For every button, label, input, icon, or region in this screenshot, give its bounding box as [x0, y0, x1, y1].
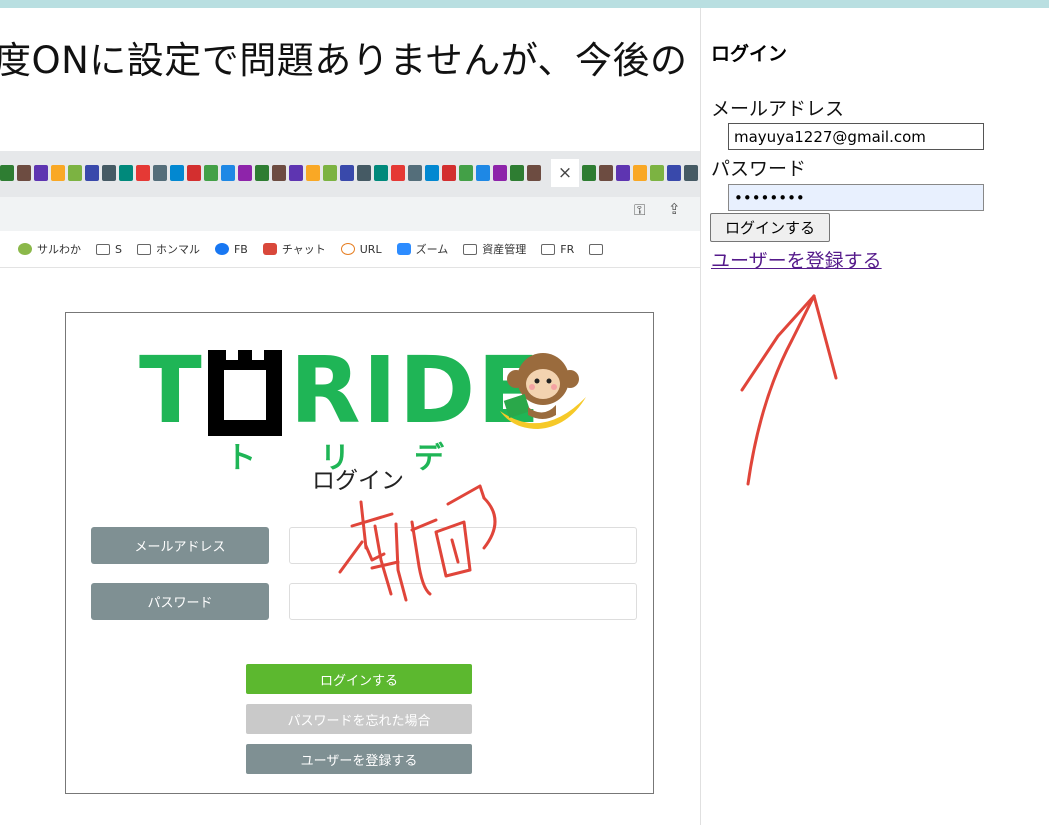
tab-favicon-icon[interactable] — [616, 165, 630, 181]
bookmark-label: URL — [359, 242, 382, 256]
tab-favicon-icon[interactable] — [340, 165, 354, 181]
tab-favicon-icon[interactable] — [221, 165, 235, 181]
bookmark-label: ホンマル — [155, 243, 200, 256]
toride-login-card: T RIDE トリデ ログイン メールアドレス パスワード ログインする パスワー… — [65, 312, 654, 794]
tab-favicon-icon[interactable] — [289, 165, 303, 181]
tab-favicon-icon[interactable] — [425, 165, 439, 181]
tab-favicon-icon[interactable] — [34, 165, 48, 181]
bookmark-assets[interactable]: 資産管理 — [463, 241, 526, 257]
password-label: パスワード — [91, 583, 269, 620]
login-button[interactable]: ログインする — [710, 213, 830, 242]
folder-icon — [96, 243, 110, 255]
bookmark-zoom[interactable]: ズーム — [396, 241, 449, 257]
tab-favicon-icon[interactable] — [667, 165, 681, 181]
tab-favicon-icon[interactable] — [204, 165, 218, 181]
monkey-mascot-icon — [500, 353, 586, 429]
bookmark-label: FR — [560, 242, 575, 256]
bookmark-label: S — [115, 242, 122, 256]
password-input[interactable] — [289, 583, 637, 620]
tab-favicon-icon[interactable] — [599, 165, 613, 181]
tab-favicon-icon[interactable] — [323, 165, 337, 181]
bookmark-fr[interactable]: FR — [541, 243, 574, 256]
tab-favicon-icon[interactable] — [170, 165, 184, 181]
folder-icon — [136, 243, 151, 255]
address-bar[interactable] — [0, 197, 700, 231]
bookmark-more[interactable] — [589, 243, 604, 255]
link-icon — [340, 243, 355, 255]
toride-logo: T RIDE — [139, 337, 543, 444]
folder-icon — [589, 243, 604, 255]
folder-icon — [463, 243, 478, 255]
tab-favicon-icon[interactable] — [51, 165, 65, 181]
tab-favicon-icon[interactable] — [408, 165, 422, 181]
tab-favicon-icon[interactable] — [493, 165, 507, 181]
tab-favicon-icon[interactable] — [306, 165, 320, 181]
facebook-icon — [214, 243, 229, 255]
email-label: メールアドレス — [91, 527, 269, 564]
tab-favicon-icon[interactable] — [510, 165, 524, 181]
tab-favicon-icon[interactable] — [153, 165, 167, 181]
tab-close-icon[interactable]: × — [551, 159, 579, 187]
tab-favicon-icon[interactable] — [442, 165, 456, 181]
tab-favicon-icon[interactable] — [527, 165, 541, 181]
tab-favicon-icon[interactable] — [476, 165, 490, 181]
bookmark-chat[interactable]: チャット — [262, 241, 326, 257]
bookmark-fb[interactable]: FB — [214, 242, 248, 256]
bookmark-label: チャット — [281, 243, 326, 256]
register-button[interactable]: ユーザーを登録する — [246, 744, 472, 774]
card-title: ログイン — [312, 468, 404, 494]
tab-favicon-icon[interactable] — [633, 165, 647, 181]
login-button[interactable]: ログインする — [246, 664, 472, 694]
login-title: ログイン — [711, 43, 788, 65]
email-label: メールアドレス — [711, 98, 845, 120]
castle-icon — [207, 350, 282, 436]
bookmark-label: ズーム — [415, 243, 449, 256]
bookmark-url[interactable]: URL — [340, 242, 382, 256]
tab-favicon-icon[interactable] — [187, 165, 201, 181]
tab-favicon-icon[interactable] — [119, 165, 133, 181]
zoom-icon — [396, 243, 411, 255]
folder-icon — [541, 243, 556, 255]
monkey-icon — [18, 243, 32, 255]
bookmark-s[interactable]: S — [96, 243, 122, 256]
tab-favicon-icon[interactable] — [136, 165, 150, 181]
bookmark-saruwaka[interactable]: サルわか — [18, 241, 81, 257]
tab-favicon-icon[interactable] — [68, 165, 82, 181]
tab-favicon-icon[interactable] — [17, 165, 31, 181]
tab-favicon-icon[interactable] — [391, 165, 405, 181]
password-field[interactable] — [728, 184, 984, 211]
tab-favicon-icon[interactable] — [374, 165, 388, 181]
tab-favicon-icon[interactable] — [272, 165, 286, 181]
bookmark-label: 資産管理 — [482, 243, 527, 256]
page-heading: 度ONに設定で問題ありませんが、今後の — [0, 39, 688, 82]
share-icon[interactable]: ⇪ — [668, 200, 681, 218]
tab-favicons-right — [582, 165, 698, 181]
password-label: パスワード — [711, 158, 807, 180]
tab-favicon-icon[interactable] — [0, 165, 14, 181]
tab-favicon-icon[interactable] — [357, 165, 371, 181]
email-field[interactable] — [728, 123, 984, 150]
forgot-password-button[interactable]: パスワードを忘れた場合 — [246, 704, 472, 734]
tab-favicon-icon[interactable] — [650, 165, 664, 181]
tab-favicon-icon[interactable] — [238, 165, 252, 181]
tab-favicon-icon[interactable] — [85, 165, 99, 181]
key-icon[interactable]: ⚿ — [634, 201, 645, 219]
top-strip — [0, 0, 1049, 8]
login-page: ログイン メールアドレス パスワード ログインする ユーザーを登録する — [700, 8, 1049, 825]
tab-favicon-icon[interactable] — [459, 165, 473, 181]
bookmarks-bar: サルわか S ホンマル FB チャット URL ズーム 資産管理 FR — [0, 231, 700, 268]
tab-favicon-icon[interactable] — [102, 165, 116, 181]
tab-favicon-icon[interactable] — [684, 165, 698, 181]
register-link[interactable]: ユーザーを登録する — [711, 246, 882, 273]
embedded-screenshot: 度ONに設定で問題ありませんが、今後の × ⚿ ⇪ サルわか S ホンマル FB… — [0, 8, 700, 825]
bookmark-honmaru[interactable]: ホンマル — [136, 241, 200, 257]
chat-icon — [262, 243, 277, 255]
email-input[interactable] — [289, 527, 637, 564]
tab-favicon-icon[interactable] — [582, 165, 596, 181]
tab-favicon-icon[interactable] — [255, 165, 269, 181]
bookmark-label: サルわか — [37, 243, 81, 256]
bookmark-label: FB — [233, 242, 248, 256]
tab-favicons — [0, 165, 541, 183]
